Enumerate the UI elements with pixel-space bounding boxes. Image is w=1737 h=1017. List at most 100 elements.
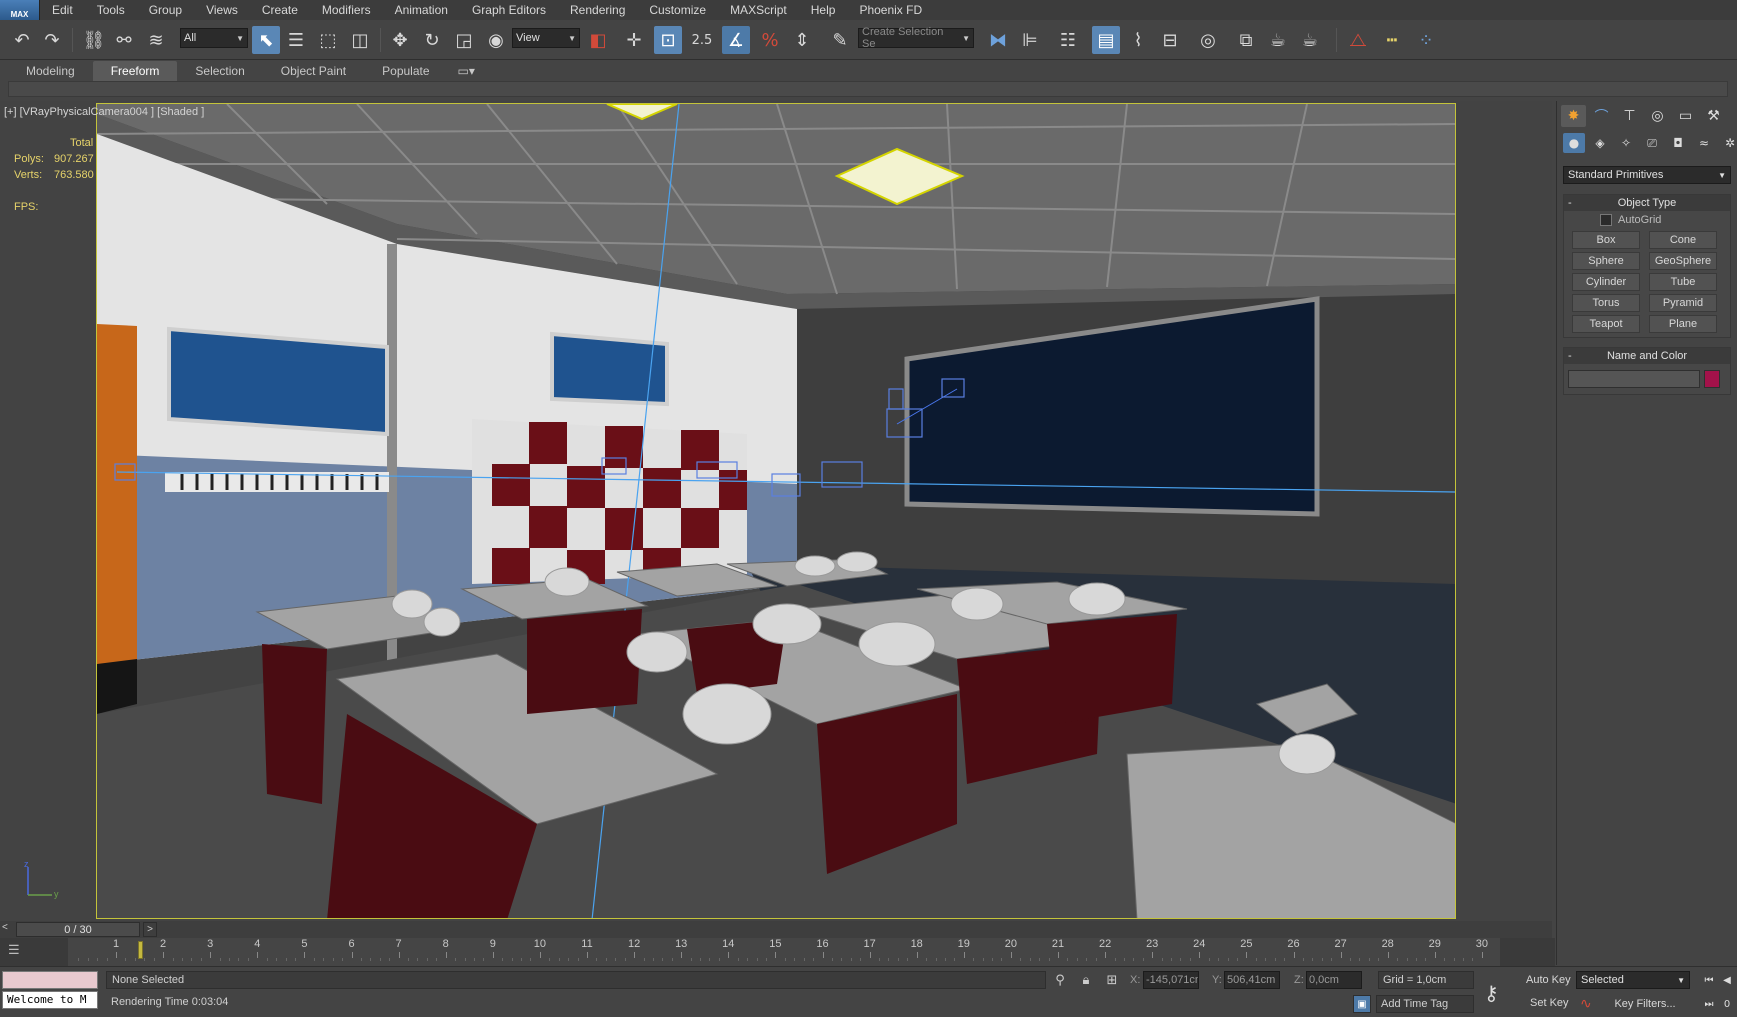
rendered-frame-window-icon[interactable]: ☕: [1264, 26, 1292, 54]
lights-icon[interactable]: ✧: [1615, 133, 1637, 153]
menu-create[interactable]: Create: [250, 0, 310, 20]
pyramid-button[interactable]: Pyramid: [1649, 294, 1717, 312]
maxscript-listener-input[interactable]: [2, 971, 98, 989]
cameras-icon[interactable]: ⎚: [1641, 133, 1663, 153]
geometry-icon[interactable]: ●: [1563, 133, 1585, 153]
menu-rendering[interactable]: Rendering: [558, 0, 637, 20]
viewport[interactable]: [+] [VRayPhysicalCamera004 ] [Shaded ] T…: [0, 101, 1552, 921]
curve-editor-icon[interactable]: ⌇: [1124, 26, 1152, 54]
cylinder-button[interactable]: Cylinder: [1572, 273, 1640, 291]
angle-snap-icon[interactable]: ∡: [722, 26, 750, 54]
app-logo[interactable]: MAX: [0, 0, 40, 20]
key-filters-button[interactable]: Key Filters...: [1600, 995, 1690, 1013]
helpers-icon[interactable]: ◘: [1667, 133, 1689, 153]
window-crossing-icon[interactable]: ◫: [346, 26, 374, 54]
keyboard-shortcut-override-icon[interactable]: ⊡: [654, 26, 682, 54]
set-key-icon[interactable]: ⚷: [1484, 981, 1499, 1005]
hierarchy-tab-icon[interactable]: ⊤: [1617, 105, 1642, 127]
menu-tools[interactable]: Tools: [85, 0, 137, 20]
previous-frame-icon[interactable]: ◀: [1718, 971, 1736, 989]
phoenix-particles-icon[interactable]: ⁘: [1412, 26, 1440, 54]
menu-customize[interactable]: Customize: [637, 0, 718, 20]
primitive-category-dropdown[interactable]: Standard Primitives ▼: [1563, 166, 1731, 184]
name-and-color-header[interactable]: - Name and Color: [1564, 348, 1730, 364]
menu-modifiers[interactable]: Modifiers: [310, 0, 383, 20]
menu-phoenix-fd[interactable]: Phoenix FD: [847, 0, 934, 20]
go-to-start-icon[interactable]: ⏮: [1700, 971, 1718, 989]
cone-button[interactable]: Cone: [1649, 231, 1717, 249]
menu-maxscript[interactable]: MAXScript: [718, 0, 799, 20]
utilities-tab-icon[interactable]: ⚒: [1701, 105, 1726, 127]
tab-modeling[interactable]: Modeling: [8, 61, 93, 81]
menu-edit[interactable]: Edit: [40, 0, 85, 20]
menu-animation[interactable]: Animation: [383, 0, 460, 20]
x-coord-input[interactable]: -145,071cm: [1143, 971, 1199, 989]
isolate-selection-icon[interactable]: ⚲: [1052, 972, 1068, 988]
ribbon-options-icon[interactable]: ▭▾: [448, 61, 485, 81]
undo-icon[interactable]: ↶: [8, 26, 36, 54]
y-coord-input[interactable]: 506,41cm: [1224, 971, 1280, 989]
time-slider-prev-icon[interactable]: <: [2, 922, 14, 936]
time-tag-icon[interactable]: ▣: [1353, 995, 1371, 1013]
teapot-button[interactable]: Teapot: [1572, 315, 1640, 333]
create-tab-icon[interactable]: ✸: [1561, 105, 1586, 127]
object-color-swatch[interactable]: [1704, 370, 1720, 388]
selection-lock-icon[interactable]: 🔒︎: [1078, 972, 1094, 988]
spinner-snap-icon[interactable]: ⇕: [788, 26, 816, 54]
phoenix-fire-icon[interactable]: ⧍: [1344, 26, 1372, 54]
use-pivot-center-icon[interactable]: ◧: [584, 26, 612, 54]
redo-icon[interactable]: ↷: [38, 26, 66, 54]
rectangular-selection-icon[interactable]: ⬚: [314, 26, 342, 54]
key-selection-set-dropdown[interactable]: Selected ▼: [1576, 971, 1690, 989]
toggle-scene-explorer-icon[interactable]: ▤: [1092, 26, 1120, 54]
render-production-icon[interactable]: ☕: [1296, 26, 1324, 54]
tab-freeform[interactable]: Freeform: [92, 61, 178, 81]
time-slider-thumb[interactable]: 0 / 30: [16, 922, 140, 937]
torus-button[interactable]: Torus: [1572, 294, 1640, 312]
add-time-tag-button[interactable]: Add Time Tag: [1376, 995, 1474, 1013]
frame-number-field[interactable]: 0: [1718, 995, 1736, 1013]
sphere-button[interactable]: Sphere: [1572, 252, 1640, 270]
render-setup-icon[interactable]: ⧉: [1232, 26, 1260, 54]
mini-curve-editor-icon[interactable]: ☰: [8, 942, 30, 962]
select-and-link-icon[interactable]: ⛓: [80, 26, 108, 54]
reference-coordinate-dropdown[interactable]: View ▼: [512, 28, 580, 48]
named-selection-dropdown[interactable]: Create Selection Se ▼: [858, 26, 974, 50]
rotate-icon[interactable]: ↻: [418, 26, 446, 54]
bind-to-space-warp-icon[interactable]: ≋: [142, 26, 170, 54]
menu-help[interactable]: Help: [799, 0, 848, 20]
current-frame-marker[interactable]: [138, 941, 143, 959]
plane-button[interactable]: Plane: [1649, 315, 1717, 333]
align-icon[interactable]: ⊫: [1016, 26, 1044, 54]
viewport-label[interactable]: [+] [VRayPhysicalCamera004 ] [Shaded ]: [4, 106, 204, 118]
scene-render[interactable]: [96, 103, 1456, 919]
autogrid-checkbox[interactable]: AutoGrid: [1600, 214, 1730, 226]
auto-key-button[interactable]: Auto Key: [1526, 974, 1571, 986]
schematic-view-icon[interactable]: ⊟: [1156, 26, 1184, 54]
set-key-button[interactable]: Set Key: [1530, 997, 1569, 1009]
display-tab-icon[interactable]: ▭: [1673, 105, 1698, 127]
tab-selection[interactable]: Selection: [177, 61, 262, 81]
percent-snap-icon[interactable]: %: [756, 26, 784, 54]
z-coord-input[interactable]: 0,0cm: [1306, 971, 1362, 989]
material-editor-icon[interactable]: ◎: [1194, 26, 1222, 54]
edit-named-selection-icon[interactable]: ✎: [826, 26, 854, 54]
menu-graph-editors[interactable]: Graph Editors: [460, 0, 558, 20]
frame-ruler[interactable]: 1 2 3 4 5 6 7 8 9 10 11 12 13 14 15 16 17 18 19 20 21 22 23 24 2…: [68, 938, 1500, 966]
object-type-header[interactable]: - Object Type: [1564, 195, 1730, 211]
box-button[interactable]: Box: [1572, 231, 1640, 249]
go-to-end-icon[interactable]: ⏭: [1700, 995, 1718, 1013]
select-object-icon[interactable]: ⬉: [252, 26, 280, 54]
motion-tab-icon[interactable]: ◎: [1645, 105, 1670, 127]
phoenix-ruler-icon[interactable]: ┅: [1378, 26, 1406, 54]
unlink-icon[interactable]: ⚯: [110, 26, 138, 54]
modify-tab-icon[interactable]: ⌒: [1589, 105, 1614, 127]
shapes-icon[interactable]: ◈: [1589, 133, 1611, 153]
layer-explorer-icon[interactable]: ☷: [1054, 26, 1082, 54]
systems-icon[interactable]: ✲: [1719, 133, 1737, 153]
selection-filter-dropdown[interactable]: All ▼: [180, 28, 248, 48]
menu-views[interactable]: Views: [194, 0, 250, 20]
select-and-manipulate-icon[interactable]: ✛: [620, 26, 648, 54]
key-mode-curve-icon[interactable]: ∿: [1580, 995, 1592, 1012]
snaps-toggle-icon[interactable]: 2.5: [688, 26, 716, 54]
